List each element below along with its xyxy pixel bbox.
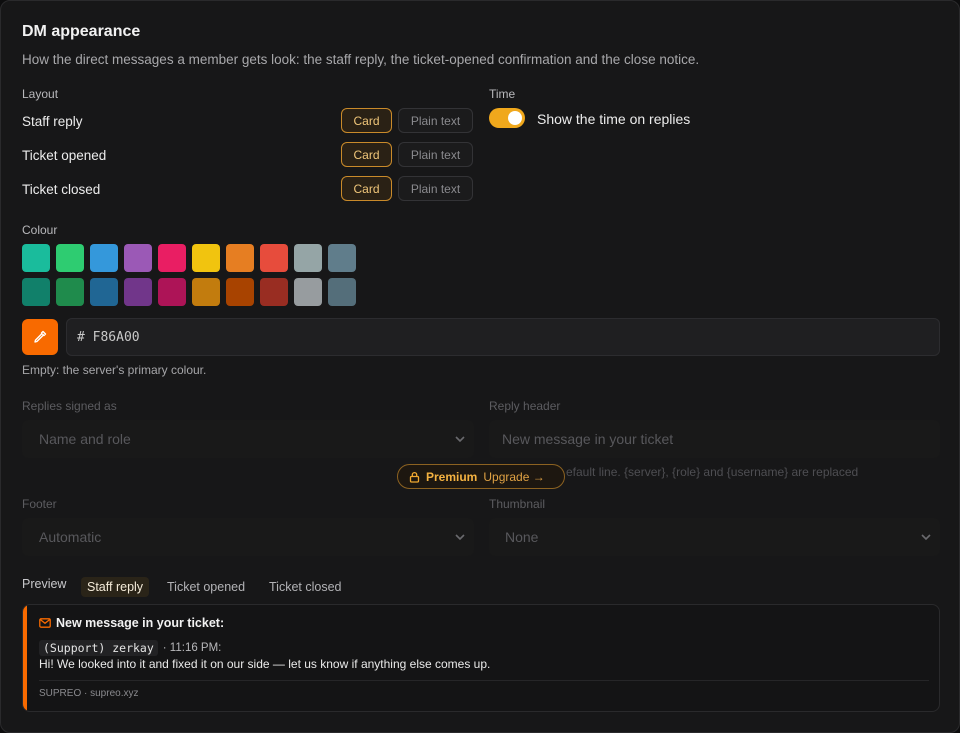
layout-row-label: Ticket opened <box>22 148 107 163</box>
colour-swatch[interactable] <box>90 244 118 272</box>
colour-swatch[interactable] <box>158 278 186 306</box>
preview-tab-ticket-closed[interactable]: Ticket closed <box>263 577 347 597</box>
colour-swatch[interactable] <box>90 278 118 306</box>
page-description: How the direct messages a member gets lo… <box>22 52 700 67</box>
toggle-knob <box>508 111 522 125</box>
colour-swatch[interactable] <box>22 278 50 306</box>
time-label: Time <box>489 87 516 101</box>
layout-row-label: Ticket closed <box>22 182 101 197</box>
preview-time: · 11:16 PM: <box>162 642 222 654</box>
lock-icon <box>409 471 420 483</box>
colour-swatch[interactable] <box>328 244 356 272</box>
upgrade-label: Upgrade → <box>483 469 545 484</box>
colour-swatch[interactable] <box>294 278 322 306</box>
eyedropper-button[interactable] <box>22 319 58 355</box>
preview-label: Preview <box>22 577 67 591</box>
signed-as-value: Name and role <box>39 431 131 447</box>
preview-author: (Support) zerkay <box>39 640 158 656</box>
premium-upgrade-button[interactable]: Premium Upgrade → <box>397 464 565 489</box>
footer-value: Automatic <box>39 529 102 545</box>
dm-appearance-panel: DM appearance How the direct messages a … <box>0 0 960 733</box>
reply-header-label: Reply header <box>489 399 561 413</box>
show-time-toggle[interactable] <box>489 108 525 128</box>
thumbnail-label: Thumbnail <box>489 497 546 511</box>
chevron-down-icon <box>921 534 931 541</box>
colour-swatch[interactable] <box>226 244 254 272</box>
preview-divider <box>39 680 929 681</box>
layout-label: Layout <box>22 87 59 101</box>
preview-tab-staff-reply[interactable]: Staff reply <box>81 577 150 597</box>
preview-accent-bar <box>23 605 27 711</box>
colour-swatch[interactable] <box>226 278 254 306</box>
preview-footer: SUPREO · supreo.xyz <box>39 688 139 699</box>
ticket-closed-card-option[interactable]: Card <box>341 176 392 201</box>
reply-header-input[interactable]: New message in your ticket <box>489 420 940 458</box>
preview-author-row: (Support) zerkay · 11:16 PM: <box>39 640 221 656</box>
colour-swatch[interactable] <box>260 278 288 306</box>
staff-reply-card-option[interactable]: Card <box>341 108 392 133</box>
dm-preview-card: New message in your ticket: (Support) ze… <box>22 604 940 712</box>
premium-label: Premium <box>426 469 478 484</box>
footer-select[interactable]: Automatic <box>22 518 474 556</box>
chevron-down-icon <box>455 436 465 443</box>
preview-tab-ticket-opened[interactable]: Ticket opened <box>161 577 251 597</box>
colour-swatch[interactable] <box>260 244 288 272</box>
ticket-closed-plain-option[interactable]: Plain text <box>398 176 473 201</box>
chevron-down-icon <box>455 534 465 541</box>
staff-reply-plain-option[interactable]: Plain text <box>398 108 473 133</box>
reply-header-hint: efault line. {server}, {role} and {usern… <box>566 465 859 479</box>
thumbnail-value: None <box>505 529 539 545</box>
hex-colour-input[interactable]: # F86A00 <box>66 318 940 356</box>
colour-swatch[interactable] <box>56 244 84 272</box>
preview-message: Hi! We looked into it and fixed it on ou… <box>39 657 491 671</box>
show-time-label: Show the time on replies <box>537 111 691 127</box>
page-title: DM appearance <box>22 23 141 40</box>
reply-header-placeholder: New message in your ticket <box>502 431 674 447</box>
preview-heading: New message in your ticket: <box>56 616 225 630</box>
ticket-opened-card-option[interactable]: Card <box>341 142 392 167</box>
colour-swatch[interactable] <box>328 278 356 306</box>
footer-label: Footer <box>22 497 57 511</box>
colour-swatch[interactable] <box>124 244 152 272</box>
preview-heading-row: New message in your ticket: <box>39 616 224 630</box>
ticket-opened-plain-option[interactable]: Plain text <box>398 142 473 167</box>
eyedropper-icon <box>34 330 47 343</box>
colour-swatch[interactable] <box>192 244 220 272</box>
colour-swatch[interactable] <box>22 244 50 272</box>
signed-as-select[interactable]: Name and role <box>22 420 474 458</box>
thumbnail-select[interactable]: None <box>489 518 940 556</box>
colour-label: Colour <box>22 223 58 237</box>
colour-swatch[interactable] <box>294 244 322 272</box>
envelope-icon <box>39 618 51 628</box>
signed-as-label: Replies signed as <box>22 399 117 413</box>
colour-swatch[interactable] <box>124 278 152 306</box>
colour-swatch[interactable] <box>192 278 220 306</box>
colour-hint: Empty: the server's primary colour. <box>22 363 207 377</box>
layout-row-label: Staff reply <box>22 114 83 129</box>
colour-swatch[interactable] <box>158 244 186 272</box>
colour-swatch[interactable] <box>56 278 84 306</box>
